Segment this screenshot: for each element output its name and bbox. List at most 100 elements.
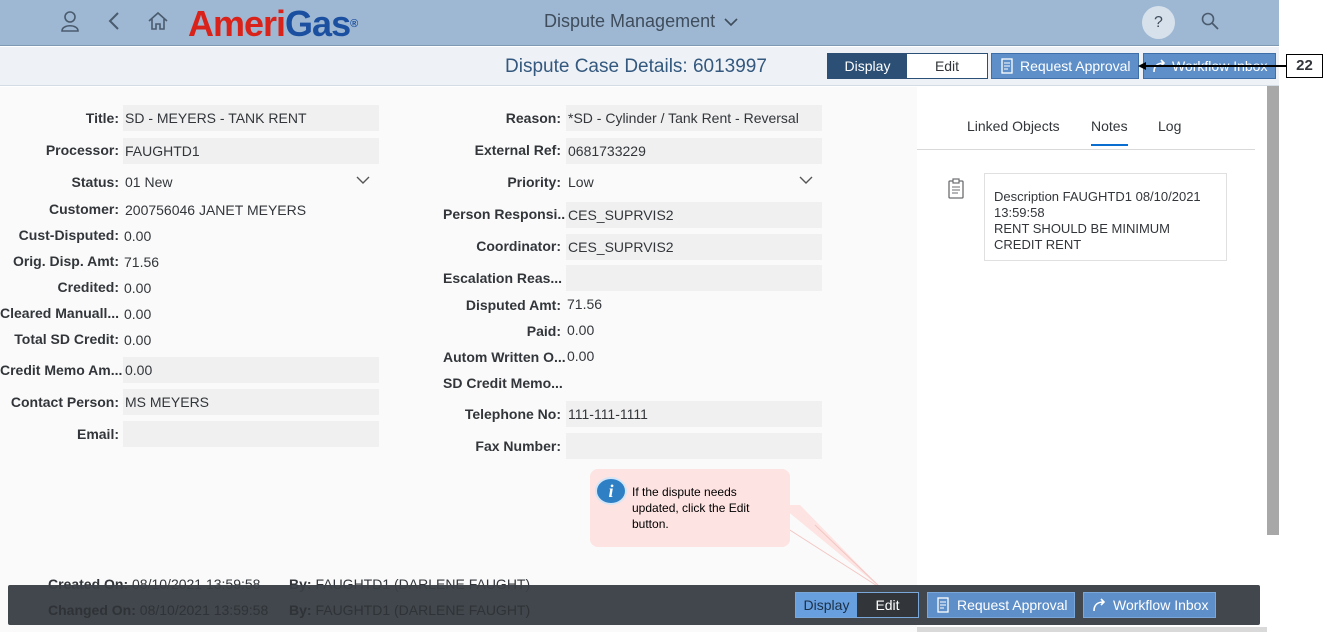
processor-label: Processor: bbox=[45, 142, 119, 158]
back-icon[interactable] bbox=[107, 10, 121, 38]
edit-button[interactable]: Edit bbox=[907, 54, 987, 78]
orig-disp-amt-value: 71.56 bbox=[124, 254, 160, 270]
credit-memo-amt-label: Credit Memo Am... bbox=[0, 362, 123, 378]
note-line: 13:59:58 bbox=[994, 205, 1045, 220]
priority-label: Priority: bbox=[507, 174, 561, 190]
cleared-manually-value: 0.00 bbox=[124, 306, 152, 322]
changed-on-row: Changed On: 08/10/2021 13:59:58 bbox=[48, 602, 268, 618]
note-line: Description FAUGHTD1 08/10/2021 bbox=[994, 189, 1201, 204]
changed-on-value: 08/10/2021 13:59:58 bbox=[139, 602, 269, 618]
changed-by-row: By: FAUGHTD1 (DARLENE FAUGHT) bbox=[289, 602, 530, 618]
tooltip-line: updated, click the Edit bbox=[632, 501, 750, 515]
credit-memo-amt-field[interactable]: 0.00 bbox=[123, 357, 379, 383]
reason-field[interactable]: *SD - Cylinder / Tank Rent - Reversal bbox=[566, 105, 822, 131]
total-sd-credit-value: 0.00 bbox=[124, 332, 152, 348]
footer-request-approval-label: Request Approval bbox=[957, 597, 1068, 613]
contact-person-label: Contact Person: bbox=[10, 394, 119, 410]
autom-written-off-label: Autom Written O... bbox=[443, 349, 566, 365]
callout-arrowhead bbox=[1138, 61, 1148, 74]
display-button[interactable]: Display bbox=[828, 54, 907, 78]
footer-workflow-inbox-label: Workflow Inbox bbox=[1113, 597, 1209, 613]
user-icon[interactable] bbox=[60, 10, 80, 38]
status-label: Status: bbox=[71, 174, 119, 190]
clipboard-icon bbox=[1000, 54, 1014, 85]
email-field[interactable] bbox=[123, 421, 379, 447]
page-title: Dispute Case Details: 6013997 bbox=[505, 56, 767, 77]
coordinator-field[interactable]: CES_SUPRVIS2 bbox=[566, 234, 822, 260]
note-line: RENT SHOULD BE MINIMUM bbox=[994, 221, 1170, 236]
disputed-amt-label: Disputed Amt: bbox=[465, 297, 561, 313]
tooltip-line: If the dispute needs bbox=[632, 485, 737, 499]
priority-select[interactable]: Low bbox=[568, 174, 594, 190]
orig-disp-amt-label: Orig. Disp. Amt: bbox=[12, 253, 119, 269]
person-responsible-field[interactable]: CES_SUPRVIS2 bbox=[566, 202, 822, 228]
external-ref-label: External Ref: bbox=[474, 142, 561, 158]
disputed-amt-value: 71.56 bbox=[567, 296, 603, 312]
cleared-manually-label: Cleared Manuall... bbox=[0, 305, 120, 321]
telephone-label: Telephone No: bbox=[464, 406, 561, 422]
credited-value: 0.00 bbox=[124, 280, 152, 296]
total-sd-credit-label: Total SD Credit: bbox=[14, 331, 119, 347]
request-approval-button[interactable]: Request Approval bbox=[991, 53, 1139, 79]
app-title-menu[interactable]: Dispute Management bbox=[544, 11, 738, 32]
chevron-down-icon[interactable] bbox=[799, 174, 813, 188]
telephone-field[interactable]: 111-111-1111 bbox=[566, 401, 822, 427]
paid-value: 0.00 bbox=[567, 322, 595, 338]
help-icon[interactable]: ? bbox=[1142, 6, 1175, 39]
tooltip-line: button. bbox=[632, 517, 669, 531]
coordinator-label: Coordinator: bbox=[476, 238, 561, 254]
title-field[interactable]: SD - MEYERS - TANK RENT bbox=[123, 105, 379, 131]
person-responsible-label: Person Responsi... bbox=[443, 206, 565, 222]
info-icon: i bbox=[595, 477, 627, 505]
clipboard-icon bbox=[936, 593, 950, 624]
escalation-reason-field[interactable] bbox=[566, 265, 822, 291]
changed-by-label: By: bbox=[289, 602, 312, 618]
escalation-reason-label: Escalation Reas... bbox=[443, 270, 563, 286]
contact-person-field[interactable]: MS MEYERS bbox=[123, 389, 379, 415]
changed-by-value: FAUGHTD1 (DARLENE FAUGHT) bbox=[315, 602, 531, 618]
footer-display-button[interactable]: Display bbox=[796, 593, 857, 617]
display-edit-toggle: Display Edit bbox=[827, 53, 988, 79]
customer-label: Customer: bbox=[48, 201, 119, 217]
side-panel-tabs: Linked Objects Notes Log bbox=[917, 87, 1255, 150]
tab-linked-objects[interactable]: Linked Objects bbox=[967, 118, 1060, 134]
note-icon bbox=[947, 178, 965, 200]
request-approval-label: Request Approval bbox=[1020, 58, 1131, 74]
customer-value: 200756046 JANET MEYERS bbox=[125, 202, 307, 218]
cust-disputed-value: 0.00 bbox=[124, 228, 152, 244]
shell-header: AmeriGas® Dispute Management ? bbox=[0, 0, 1279, 46]
forward-arrow-icon bbox=[1092, 593, 1108, 624]
title-label: Title: bbox=[85, 110, 119, 126]
step-number: 22 bbox=[1286, 54, 1323, 78]
paid-label: Paid: bbox=[526, 323, 561, 339]
sd-credit-memo-label: SD Credit Memo... bbox=[443, 375, 563, 391]
home-icon[interactable] bbox=[147, 10, 169, 38]
bottom-divider bbox=[917, 627, 1267, 632]
external-ref-field[interactable]: 0681733229 bbox=[566, 138, 822, 164]
footer-edit-button[interactable]: Edit bbox=[857, 593, 918, 617]
credited-label: Credited: bbox=[57, 279, 119, 295]
footer-request-approval-button[interactable]: Request Approval bbox=[927, 592, 1075, 618]
footer-workflow-inbox-button[interactable]: Workflow Inbox bbox=[1083, 592, 1216, 618]
app-title: Dispute Management bbox=[544, 11, 716, 31]
tab-notes[interactable]: Notes bbox=[1091, 118, 1128, 146]
chevron-down-icon bbox=[724, 11, 738, 32]
processor-field[interactable]: FAUGHTD1 bbox=[123, 138, 379, 164]
footer-display-edit-toggle: Display Edit bbox=[795, 592, 919, 618]
reason-label: Reason: bbox=[505, 110, 561, 126]
amerigas-logo[interactable]: AmeriGas® bbox=[188, 4, 358, 44]
status-select[interactable]: 01 New bbox=[125, 174, 172, 190]
note-line: CREDIT RENT bbox=[994, 237, 1082, 252]
search-icon[interactable] bbox=[1201, 12, 1219, 36]
fax-number-field[interactable] bbox=[566, 433, 822, 459]
changed-on-label: Changed On: bbox=[48, 602, 136, 618]
fax-number-label: Fax Number: bbox=[475, 438, 561, 454]
note-item[interactable]: Description FAUGHTD1 08/10/2021 13:59:58… bbox=[984, 173, 1227, 261]
chevron-down-icon[interactable] bbox=[356, 174, 370, 188]
forward-arrow-icon bbox=[1152, 54, 1168, 85]
scrollbar[interactable] bbox=[1267, 86, 1279, 535]
tab-log[interactable]: Log bbox=[1158, 118, 1181, 134]
email-label: Email: bbox=[76, 426, 119, 442]
autom-written-off-value: 0.00 bbox=[567, 348, 595, 364]
cust-disputed-label: Cust-Disputed: bbox=[18, 227, 119, 243]
